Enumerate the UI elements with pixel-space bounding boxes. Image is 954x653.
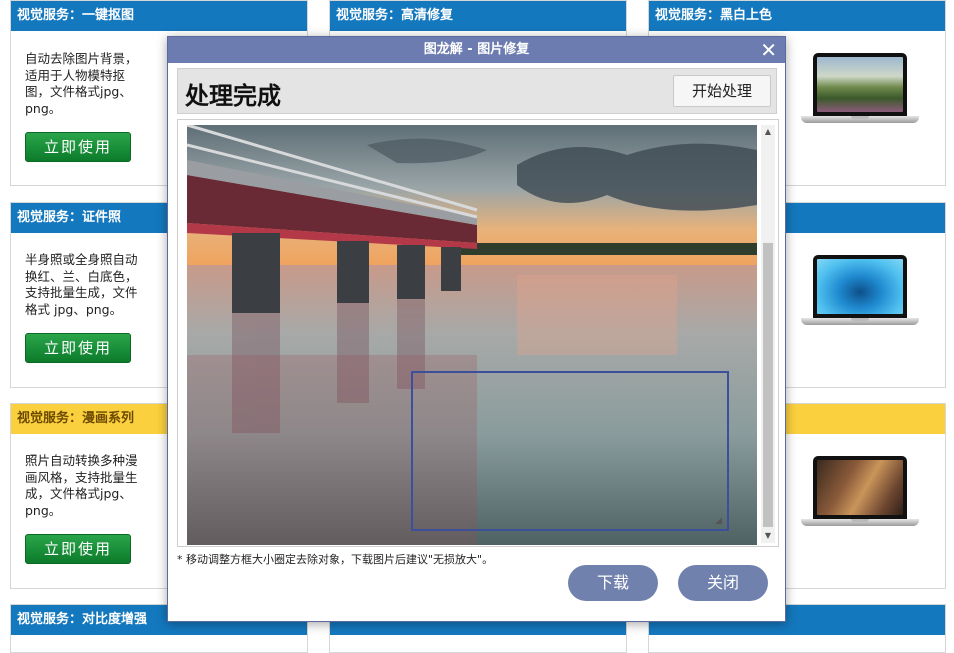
card-description: 照片自动转换多种漫画风格，支持批量生成，文件格式jpg、png。 xyxy=(25,453,138,518)
selection-box[interactable]: ◢ xyxy=(411,371,729,531)
usage-hint: * 移动调整方框大小圈定去除对象，下载图片后建议"无损放大"。 xyxy=(177,553,494,566)
use-now-button[interactable]: 立即使用 xyxy=(25,132,131,162)
scroll-up-icon[interactable]: ▲ xyxy=(761,125,775,139)
scroll-down-icon[interactable]: ▼ xyxy=(761,529,775,543)
image-viewport: ◢ ▲ ▼ xyxy=(177,119,779,547)
close-button[interactable]: 关闭 xyxy=(678,565,768,601)
close-icon[interactable]: ✕ xyxy=(760,37,777,63)
card-header: 视觉服务：高清修复 xyxy=(330,1,626,31)
scroll-thumb[interactable] xyxy=(763,243,773,527)
card-description: 半身照或全身照自动换红、兰、白底色，支持批量生成，文件格式 jpg、png。 xyxy=(25,252,138,317)
dialog-title: 图龙解 - 图片修复 xyxy=(423,42,530,57)
laptop-fox-image xyxy=(801,456,919,530)
vertical-scrollbar[interactable]: ▲ ▼ xyxy=(761,125,775,543)
laptop-dolphin-image xyxy=(801,255,919,329)
processing-status: 处理完成 xyxy=(185,82,281,110)
photo-preview: ◢ xyxy=(187,125,757,545)
dialog-titlebar: 图龙解 - 图片修复 ✕ xyxy=(168,37,785,63)
card-description: 自动去除图片背景，适用于人物模特抠图，文件格式jpg、png。 xyxy=(25,51,138,116)
dialog-toolbar: 处理完成 开始处理 xyxy=(177,68,777,114)
use-now-button[interactable]: 立即使用 xyxy=(25,534,131,564)
resize-handle-icon[interactable]: ◢ xyxy=(715,517,723,526)
download-button[interactable]: 下载 xyxy=(568,565,658,601)
card-header: 视觉服务：一键抠图 xyxy=(11,1,307,31)
use-now-button[interactable]: 立即使用 xyxy=(25,333,131,363)
card-header: 视觉服务：黑白上色 xyxy=(649,1,945,31)
start-processing-button[interactable]: 开始处理 xyxy=(673,75,771,107)
image-repair-dialog: 图龙解 - 图片修复 ✕ 处理完成 开始处理 ◢ ▲ ▼ * 移动调整方框大小圈… xyxy=(167,36,786,622)
laptop-landscape-image xyxy=(801,53,919,127)
